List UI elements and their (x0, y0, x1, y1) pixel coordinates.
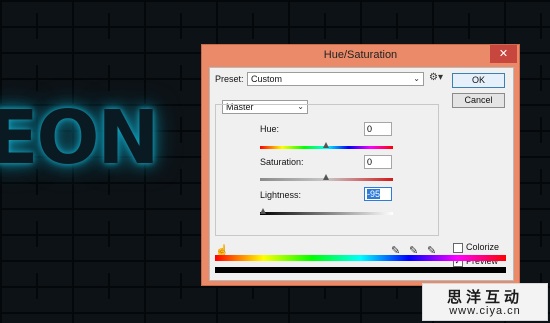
dialog-title: Hue/Saturation (323, 49, 398, 61)
lightness-input[interactable]: -95 (364, 187, 392, 201)
lightness-slider-track[interactable] (260, 212, 393, 215)
input-color-spectrum (215, 255, 506, 261)
hue-slider-handle[interactable] (323, 142, 329, 148)
output-color-spectrum (215, 267, 506, 273)
preset-value: Custom (251, 74, 283, 84)
cancel-button[interactable]: Cancel (452, 93, 505, 108)
preset-label: Preset: (215, 74, 244, 84)
adjustment-group: Hue: 0 Saturation: 0 Lightness: -95 (215, 104, 439, 236)
colorize-checkbox[interactable] (453, 243, 463, 253)
lightness-label: Lightness: (260, 190, 302, 200)
lightness-value: -95 (367, 189, 381, 199)
dialog-titlebar[interactable]: Hue/Saturation ✕ (202, 45, 519, 67)
watermark-title: 思洋互动 (446, 288, 523, 306)
watermark-url: www.ciya.cn (449, 305, 521, 317)
close-button[interactable]: ✕ (490, 45, 517, 63)
hue-saturation-dialog: Hue/Saturation ✕ Preset: Custom ⌄ ⚙▾ OK … (201, 44, 520, 286)
saturation-input[interactable]: 0 (364, 155, 392, 169)
chevron-down-icon: ⌄ (413, 74, 420, 83)
saturation-label: Saturation: (260, 157, 304, 167)
ok-button[interactable]: OK (452, 73, 505, 88)
watermark: 思洋互动 www.ciya.cn (422, 283, 548, 321)
gear-icon[interactable]: ⚙▾ (429, 72, 443, 83)
brick-row (0, 13, 550, 39)
lightness-slider-handle[interactable] (260, 208, 267, 214)
dialog-client-area: Preset: Custom ⌄ ⚙▾ OK Cancel Master ⌄ H… (209, 67, 514, 281)
saturation-slider-handle[interactable] (323, 174, 329, 180)
hue-label: Hue: (260, 124, 280, 134)
neon-sign-text: EON (0, 95, 159, 181)
hue-input[interactable]: 0 (364, 122, 392, 136)
colorize-label: Colorize (466, 242, 500, 252)
preset-select[interactable]: Custom ⌄ (247, 72, 424, 86)
